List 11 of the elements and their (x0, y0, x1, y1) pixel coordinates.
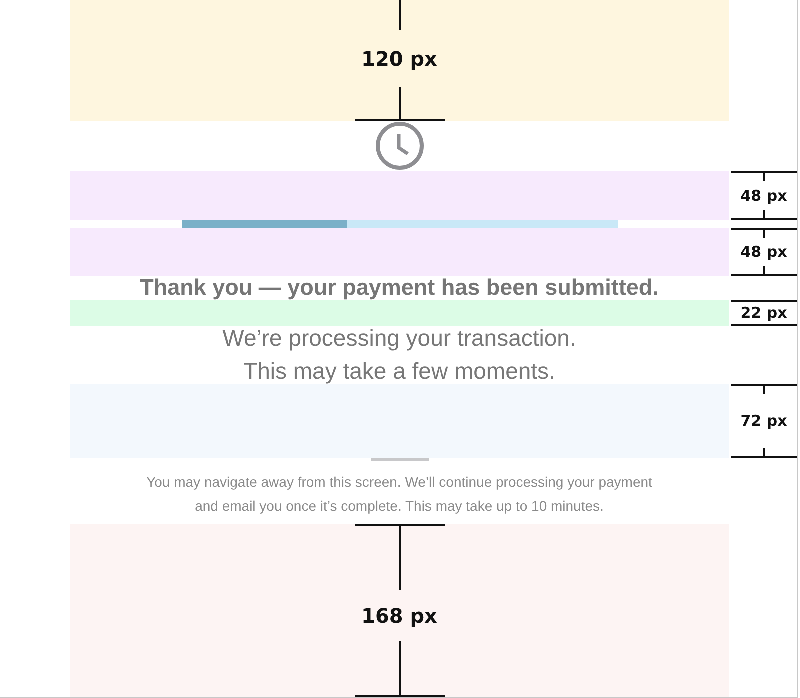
dimension-label: 48 px (740, 243, 788, 261)
status-message: We’re processing your transaction. This may take a few moments. (222, 326, 576, 384)
dimension-label: 22 px (740, 304, 788, 322)
dimension-label: 48 px (740, 186, 788, 204)
dimension-label: 120 px (362, 46, 438, 70)
confirmation-heading: Thank you — your payment has been submitted. (140, 276, 659, 300)
clock-icon (374, 121, 424, 171)
dimension-label: 168 px (362, 604, 438, 628)
dimension-label: 72 px (740, 412, 788, 430)
info-note: You may navigate away from this screen. We’ll continue processing your payment and email you once it’s complete. This may take up to 10 minutes. (146, 473, 652, 516)
grabber-bar (370, 458, 428, 461)
